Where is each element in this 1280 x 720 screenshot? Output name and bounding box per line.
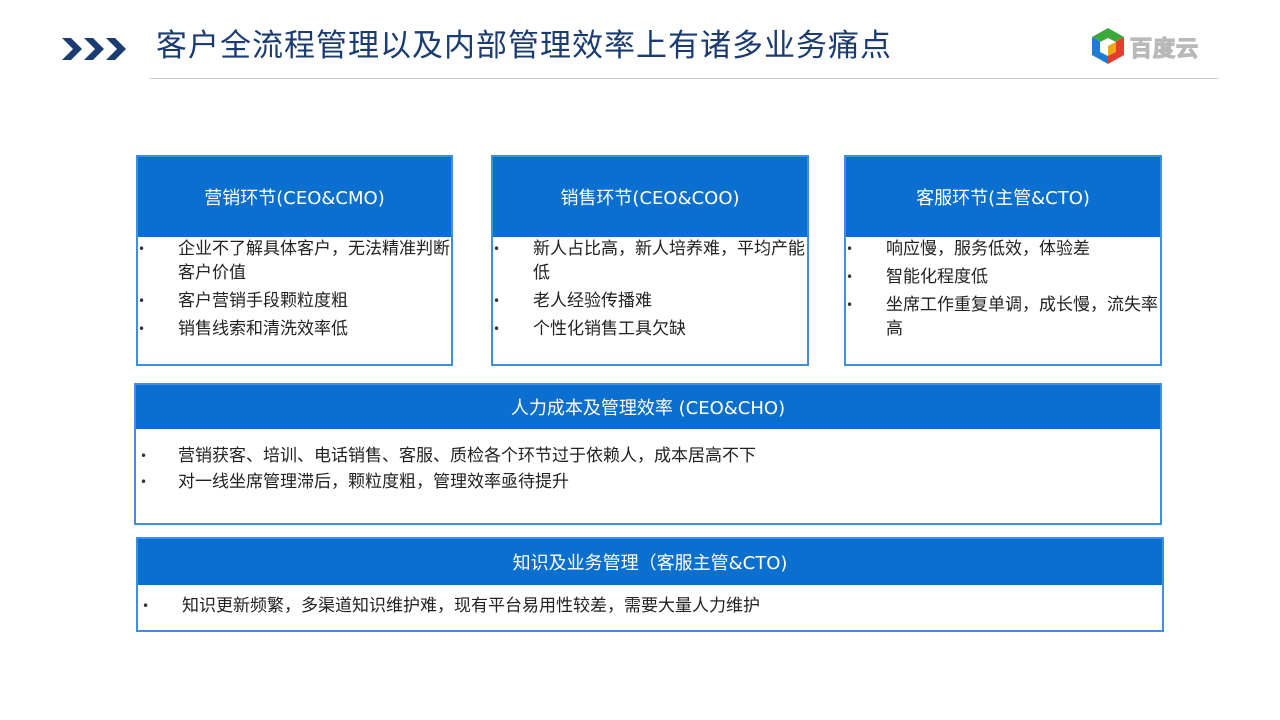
panel-title: 营销环节(CEO&CMO) [138, 157, 451, 237]
list-item-text: 对一线坐席管理滞后，颗粒度粗，管理效率亟待提升 [178, 472, 569, 492]
list-item-text: 销售线索和清洗效率低 [178, 319, 348, 339]
list-item-text: 营销获客、培训、电话销售、客服、质检各个环节过于依赖人，成本居高不下 [178, 446, 756, 466]
pain-point-list: • 新人占比高，新人培养难，平均产能低 • 老人经验传播难 • 个性化销售工具欠缺 [493, 237, 807, 341]
panel-title: 销售环节(CEO&COO) [493, 157, 807, 237]
bullet: • [140, 449, 148, 463]
list-item-text: 响应慢，服务低效，体验差 [886, 239, 1090, 259]
list-item: • 老人经验传播难 [493, 289, 807, 313]
pain-point-list: • 企业不了解具体客户，无法精准判断客户价值 • 客户营销手段颗粒度粗 • 销售线索和… [138, 237, 451, 341]
brand-logo: 百度云 [1088, 26, 1210, 66]
list-item-text: 企业不了解具体客户，无法精准判断客户价值 [178, 239, 450, 283]
bullet: • [142, 599, 150, 613]
panel-knowledge: 知识及业务管理（客服主管&CTO) • 知识更新频繁，多渠道知识维护难，现有平台易… [136, 537, 1164, 632]
list-item: • 个性化销售工具欠缺 [493, 317, 807, 341]
list-item: • 响应慢，服务低效，体验差 [846, 237, 1160, 261]
bullet: • [493, 322, 501, 336]
list-item: • 企业不了解具体客户，无法精准判断客户价值 [138, 237, 451, 285]
panel-marketing: 营销环节(CEO&CMO) • 企业不了解具体客户，无法精准判断客户价值 • 客户营… [136, 155, 453, 366]
list-item: • 坐席工作重复单调，成长慢，流失率高 [846, 293, 1160, 341]
panel-hr-cost: 人力成本及管理效率 (CEO&CHO) • 营销获客、培训、电话销售、客服、质检各… [134, 383, 1162, 525]
list-item-text: 个性化销售工具欠缺 [533, 319, 686, 339]
list-item: • 新人占比高，新人培养难，平均产能低 [493, 237, 807, 285]
pain-point-list: • 知识更新频繁，多渠道知识维护难，现有平台易用性较差，需要大量人力维护 [138, 585, 1162, 618]
panel-title: 人力成本及管理效率 (CEO&CHO) [136, 385, 1160, 429]
cube-logo-icon [1092, 28, 1124, 64]
bullet: • [846, 242, 854, 256]
bullet: • [846, 270, 854, 284]
list-item: • 对一线坐席管理滞后，颗粒度粗，管理效率亟待提升 [140, 470, 1160, 494]
panel-title: 知识及业务管理（客服主管&CTO) [138, 539, 1162, 585]
logo-text: 百度云 [1129, 36, 1200, 62]
list-item: • 销售线索和清洗效率低 [138, 317, 451, 341]
list-item-text: 智能化程度低 [886, 267, 988, 287]
page-title: 客户全流程管理以及内部管理效率上有诸多业务痛点 [156, 28, 892, 64]
list-item: • 智能化程度低 [846, 265, 1160, 289]
title-divider [150, 78, 1218, 79]
list-item-text: 老人经验传播难 [533, 291, 652, 311]
list-item: • 客户营销手段颗粒度粗 [138, 289, 451, 313]
list-item: • 知识更新频繁，多渠道知识维护难，现有平台易用性较差，需要大量人力维护 [142, 594, 1162, 618]
panel-title: 客服环节(主管&CTO) [846, 157, 1160, 237]
bullet: • [138, 294, 146, 308]
list-item-text: 客户营销手段颗粒度粗 [178, 291, 348, 311]
list-item-text: 知识更新频繁，多渠道知识维护难，现有平台易用性较差，需要大量人力维护 [182, 596, 760, 616]
panel-sales: 销售环节(CEO&COO) • 新人占比高，新人培养难，平均产能低 • 老人经验传播… [491, 155, 809, 366]
list-item: • 营销获客、培训、电话销售、客服、质检各个环节过于依赖人，成本居高不下 [140, 444, 1160, 468]
bullet: • [493, 242, 501, 256]
bullet: • [846, 298, 854, 312]
pain-point-list: • 响应慢，服务低效，体验差 • 智能化程度低 • 坐席工作重复单调，成长慢，流失率高 [846, 237, 1160, 341]
chevron-arrows-icon [62, 36, 130, 62]
list-item-text: 坐席工作重复单调，成长慢，流失率高 [886, 295, 1158, 339]
bullet: • [138, 242, 146, 256]
panel-customer-service: 客服环节(主管&CTO) • 响应慢，服务低效，体验差 • 智能化程度低 • 坐席工作… [844, 155, 1162, 366]
bullet: • [138, 322, 146, 336]
list-item-text: 新人占比高，新人培养难，平均产能低 [533, 239, 805, 283]
bullet: • [493, 294, 501, 308]
bullet: • [140, 475, 148, 489]
pain-point-list: • 营销获客、培训、电话销售、客服、质检各个环节过于依赖人，成本居高不下 • 对一线… [136, 429, 1160, 494]
